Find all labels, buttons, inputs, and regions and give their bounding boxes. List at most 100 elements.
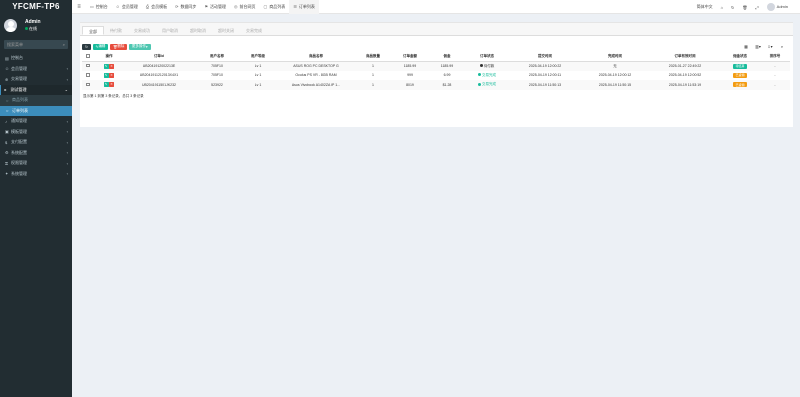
list-icon: ☰ [293,4,297,9]
cell-product: Oculus PS VR - 8GB RAM [295,73,337,78]
flag-icon: ⚑ [204,4,209,9]
columns-button[interactable]: ▥▾ [753,44,763,50]
top-nav-item-0[interactable]: ▭ 控制台 [86,0,112,14]
top-nav-item-2[interactable]: ⎙ 会员模板 [142,0,171,14]
sidebar-item-9[interactable]: ⚙ 系统配置 ‹ [0,148,72,159]
chevron-icon: ‹ [66,139,68,145]
cell-level: Lv 1 [254,73,262,78]
cell-user: 705F10 [211,73,223,78]
sidebar-item-10[interactable]: ⚿ 权限管理 ‹ [0,158,72,169]
top-nav-item-7[interactable]: ☰ 订单列表 [289,0,319,14]
column-header: 操作 [94,52,124,62]
sidebar-item-3[interactable]: ▸ 测试管理 ⌄ [0,84,72,95]
tab-6[interactable]: 交易完成 [240,26,268,35]
table-row[interactable]: ✎ ✕ UB2041912002213E 705F10 Lv 1 ASUS ROG PC … [82,61,790,71]
cell-amount: 999 [407,73,413,78]
delete-row-icon[interactable]: ✕ [109,82,114,88]
avatar [4,18,17,32]
sidebar: YFCMF-TP6 Admin 在线 搜索菜单 ⌕ ▤ 控制台 ☺ 会员管理 ‹ ⊕ 交易管… [0,0,72,397]
cell-status: 交易完成 [464,71,510,81]
row-checkbox[interactable] [86,73,90,77]
cell-commission: 6.99 [443,73,451,78]
tab-0[interactable]: 全部 [82,26,104,35]
table-row[interactable]: ✎ ✕ UB2041911501JK232 523922 Lv 1 Asus Vivobo… [82,80,790,90]
topbar: ≡ ▭ 控制台 ☺ 会员管理 ⎙ 会员模板 ⟳ 数据同步 ⚑ 活动管理 ◎ 前台网页 ▢ 商品列表 ☰ 订单列… [72,0,800,14]
column-header: 订单有效时间 [650,52,720,62]
refresh-icon[interactable]: ↻ [727,5,738,10]
tab-4[interactable]: 超时取消 [184,26,212,35]
menu-toggle-icon[interactable]: ≡ [72,4,86,10]
sidebar-item-1[interactable]: ☺ 会员管理 ‹ [0,64,72,75]
column-header: 商品数量 [356,52,390,62]
app-logo[interactable]: YFCMF-TP6 [0,0,72,14]
export-button[interactable]: ⇩▾ [765,44,775,50]
sync-icon: ⟳ [175,4,179,9]
more-actions-button[interactable]: 更多操作 ▾ [128,43,151,50]
sidebar-item-label: 系统管理 [11,170,27,176]
refresh-button[interactable]: ↻ [82,43,91,50]
tab-3[interactable]: 用户取消 [156,26,184,35]
sidebar-item-label: 商品列表 [12,97,28,103]
top-nav-label: 控制台 [95,3,108,9]
sidebar-item-11[interactable]: ✦ 系统管理 ‹ [0,169,72,180]
sidebar-item-2[interactable]: ⊕ 交易管理 ‹ [0,74,72,85]
commission-status-badge: 已返佣 [733,72,747,78]
language-select[interactable]: 简体中文 [693,4,717,10]
tab-2[interactable]: 交易成功 [128,26,156,35]
delete-row-icon[interactable]: ✕ [109,72,114,78]
delete-row-icon[interactable]: ✕ [109,63,114,69]
top-nav-item-5[interactable]: ◎ 前台网页 [230,0,260,14]
chevron-icon: ‹ [66,150,68,156]
sidebar-item-8[interactable]: $ 支付配置 ‹ [0,137,72,148]
top-nav-item-1[interactable]: ☺ 会员管理 [112,0,142,14]
search-icon[interactable]: ⌕ [63,42,65,47]
sidebar-item-0[interactable]: ▤ 控制台 [0,53,72,64]
cell-complete: 2025-04-19 11:50:15 [580,80,650,90]
cell-submit: 2025-04-19 12:00:22 [510,61,580,71]
chevron-icon: ‹ [66,118,68,124]
cell-valid: 2025-04-19 11:53:19 [650,80,720,90]
sidebar-item-5[interactable]: ○ 订单列表 [0,105,72,116]
cell-user: 523922 [194,80,240,90]
top-nav-item-6[interactable]: ▢ 商品列表 [260,0,290,14]
delete-button[interactable]: 🗑 删除 [109,43,128,50]
cell-valid: 2025-04-19 12:00:52 [668,73,702,78]
trash-icon[interactable]: 🗑 [738,5,751,10]
print-icon: ⎙ [145,4,150,9]
cell-complete: 无 [580,61,650,71]
top-nav-item-3[interactable]: ⟳ 数据同步 [171,0,200,14]
search-toggle-icon[interactable]: ⌕ [777,44,787,50]
select-all-checkbox[interactable] [86,54,90,58]
tab-5[interactable]: 超时关闭 [212,26,240,35]
edit-row-icon[interactable]: ✎ [103,82,109,88]
sidebar-search-input[interactable]: 搜索菜单 ⌕ [4,40,68,49]
cell-sort: - [774,73,776,78]
chevron-icon: ‹ [66,76,68,82]
cell-user: 705F10 [194,61,240,71]
user-menu[interactable]: Admin [763,3,792,11]
column-header: 订单状态 [464,52,510,62]
sidebar-item-7[interactable]: ▣ 模板管理 ‹ [0,127,72,138]
row-checkbox[interactable] [86,82,90,86]
table-row[interactable]: ✎ ✕ UB2041911212013X4X1 705F10 Lv 1 Oculus PS… [82,71,790,81]
column-header[interactable] [82,52,94,62]
sidebar-item-6[interactable]: ♪ 通知管理 ‹ [0,116,72,127]
cell-product: Asus Vivobook A1402ZA IP 1... [276,80,356,90]
home-icon[interactable]: ⌂ [717,5,727,10]
top-nav-label: 活动管理 [210,3,227,9]
sidebar-item-label: 模板管理 [11,128,27,134]
fullscreen-icon[interactable]: ⤢ [751,5,762,10]
edit-button[interactable]: ✎ 编辑 [92,43,109,50]
globe-icon: ◎ [234,4,238,9]
sidebar-item-4[interactable]: ○ 商品列表 [0,95,72,106]
toggle-view-button[interactable]: ▦ [741,44,751,50]
top-avatar [766,3,775,11]
edit-row-icon[interactable]: ✎ [103,63,109,69]
cell-id: UB2041911501JK232 [124,80,194,90]
row-checkbox[interactable] [86,63,90,68]
top-nav-item-4[interactable]: ⚑ 活动管理 [200,0,230,14]
top-nav-label: 订单列表 [298,3,315,9]
tab-1[interactable]: 待付款 [104,26,128,35]
edit-row-icon[interactable]: ✎ [103,72,109,78]
online-dot-icon [25,26,28,30]
